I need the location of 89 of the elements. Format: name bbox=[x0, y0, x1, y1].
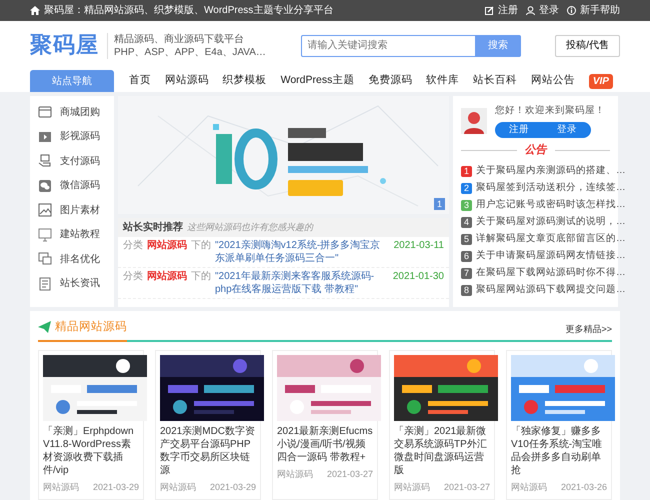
sidebar-item[interactable]: 建站教程 bbox=[30, 222, 114, 247]
number-badge: 6 bbox=[461, 250, 472, 262]
more-link[interactable]: 更多精品>> bbox=[565, 322, 612, 340]
vip-badge[interactable]: VIP bbox=[588, 74, 613, 88]
date-text: 2021-01-30 bbox=[392, 270, 444, 283]
section-title: 精品网站源码 bbox=[55, 320, 127, 335]
notice-link[interactable]: 在聚码屋下载网站源码时你不得… bbox=[476, 266, 626, 280]
label-text: 下的 bbox=[191, 239, 211, 252]
top-link[interactable]: 登录 bbox=[526, 3, 559, 18]
label-text: 分类 bbox=[123, 239, 143, 252]
top-link[interactable]: 新手帮助 bbox=[567, 3, 620, 18]
nav-link[interactable]: 首页 bbox=[128, 73, 151, 89]
window-icon bbox=[38, 252, 52, 266]
home-icon bbox=[30, 6, 40, 15]
category-text: 网站源码 bbox=[394, 481, 430, 494]
nav-title: 站点导航 bbox=[30, 70, 114, 92]
top-link[interactable]: 注册 bbox=[485, 3, 518, 18]
number-badge: 1 bbox=[461, 166, 472, 177]
notice-link[interactable]: 聚码屋网站源码下载网提交问题… bbox=[476, 283, 626, 298]
date-text: 2021-03-29 bbox=[92, 481, 139, 494]
welcome-text: 您好！欢迎来到聚码屋！ bbox=[495, 104, 605, 118]
number-badge: 3 bbox=[461, 200, 472, 211]
post-title[interactable]: 2021亲测MDC数字资产交易平台源码PHP数字币交易所区块链源 bbox=[160, 425, 256, 477]
info-icon bbox=[567, 6, 576, 15]
edit-icon bbox=[485, 6, 494, 15]
image-icon bbox=[38, 203, 52, 218]
label-text: 下的 bbox=[191, 270, 211, 283]
notice-link[interactable]: 聚码屋签到活动送积分，连续签… bbox=[476, 181, 626, 196]
nav-link[interactable]: WordPress主题 bbox=[280, 73, 354, 89]
sidebar-item[interactable]: 图片素材 bbox=[30, 198, 114, 222]
film-icon bbox=[38, 130, 52, 144]
slogan: 精品源码、商业源码下载平台 bbox=[114, 32, 245, 46]
submit-button[interactable]: 投稿/代售 bbox=[555, 34, 620, 56]
paper-plane-icon bbox=[38, 321, 51, 334]
sidebar-item[interactable]: 影视源码 bbox=[30, 124, 114, 149]
monitor-icon bbox=[38, 228, 52, 242]
category-link[interactable]: 网站源码 bbox=[147, 270, 187, 283]
article-link[interactable]: "2021亲测嗨淘v12系统-拼多多淘宝京东派单刷单任务源码三合一" bbox=[215, 239, 390, 265]
sidebar-item[interactable]: 站长资讯 bbox=[30, 272, 114, 296]
section-subtitle: 这些网站源码也许有您感兴趣的 bbox=[187, 221, 313, 234]
post-title[interactable]: 「独家修复」赚多多V10任务系统-淘宝唯品会拼多多自动刷单抢 bbox=[511, 425, 607, 477]
category-text: 网站源码 bbox=[277, 468, 313, 481]
store-icon bbox=[38, 105, 52, 120]
site-tagline: 聚码屋：精品网站源码、织梦模版、WordPress主题专业分享平台 bbox=[44, 4, 334, 18]
number-badge: 4 bbox=[461, 216, 472, 228]
date-text: 2021-03-27 bbox=[444, 481, 490, 494]
slogan-languages: PHP、ASP、APP、E4a、JAVA… bbox=[114, 46, 266, 58]
number-badge: 8 bbox=[461, 284, 472, 296]
sidebar-item[interactable]: 商城团购 bbox=[30, 100, 114, 124]
nav-link[interactable]: 网站公告 bbox=[530, 73, 575, 89]
notice-title: 公告 bbox=[524, 142, 546, 158]
category-text: 网站源码 bbox=[43, 481, 79, 494]
date-text: 2021-03-26 bbox=[560, 481, 607, 494]
post-title[interactable]: 2021最新亲测Efucms小说/漫画/听书/视频四合一源码 带教程+ bbox=[277, 425, 373, 464]
nav-link[interactable]: 软件库 bbox=[426, 73, 460, 89]
number-badge: 2 bbox=[461, 182, 472, 194]
nav-link[interactable]: 免费源码 bbox=[368, 73, 412, 89]
nav-link[interactable]: 站长百科 bbox=[473, 73, 518, 89]
notice-link[interactable]: 关于聚码屋内亲测源码的搭建、… bbox=[476, 164, 626, 178]
chat-icon bbox=[38, 178, 52, 193]
date-text: 2021-03-11 bbox=[394, 239, 444, 252]
nav-link[interactable]: 织梦模板 bbox=[222, 73, 267, 89]
sidebar-item[interactable]: 微信源码 bbox=[30, 174, 114, 198]
post-title[interactable]: 「亲测」Erphpdown V11.8-WordPress素材资源收费下载插件/vip bbox=[43, 425, 139, 477]
auth-button[interactable]: 注册 bbox=[495, 122, 543, 138]
nav-link[interactable]: 网站源码 bbox=[164, 73, 209, 89]
site-logo[interactable]: 聚码屋 bbox=[30, 29, 99, 62]
user-icon bbox=[526, 6, 535, 15]
label-text: 分类 bbox=[123, 270, 143, 283]
sidebar-item[interactable]: 支付源码 bbox=[30, 149, 114, 174]
category-text: 网站源码 bbox=[511, 481, 547, 494]
category-link[interactable]: 网站源码 bbox=[147, 239, 187, 252]
document-icon bbox=[38, 276, 52, 291]
avatar-icon bbox=[461, 108, 487, 134]
search-field[interactable]: 请输入关键词搜索 bbox=[300, 34, 476, 56]
article-link[interactable]: "2021年最新亲测来客客服系统源码-php在线客服运营版下载 带教程" bbox=[215, 270, 389, 296]
notice-link[interactable]: 关于申请聚码屋源码网友情链接… bbox=[476, 249, 626, 264]
number-badge: 7 bbox=[461, 268, 472, 279]
number-badge: 5 bbox=[461, 234, 472, 245]
sidebar-item[interactable]: 排名优化 bbox=[30, 247, 114, 272]
notice-link[interactable]: 关于聚码屋对源码测试的说明，… bbox=[476, 215, 626, 230]
date-text: 2021-03-29 bbox=[210, 481, 256, 494]
notice-link[interactable]: 用户忘记账号或密码时该怎样找… bbox=[476, 198, 626, 212]
notice-link[interactable]: 详解聚码屋文章页底部留言区的… bbox=[476, 232, 626, 246]
date-text: 2021-03-27 bbox=[326, 468, 373, 481]
section-title: 站长实时推荐 bbox=[123, 220, 183, 235]
post-title[interactable]: 「亲测」2021最新微交易系统源码TP外汇微盘时间盘源码运营版 bbox=[394, 425, 490, 477]
auth-button[interactable]: 登录 bbox=[543, 122, 591, 138]
category-text: 网站源码 bbox=[160, 481, 196, 494]
